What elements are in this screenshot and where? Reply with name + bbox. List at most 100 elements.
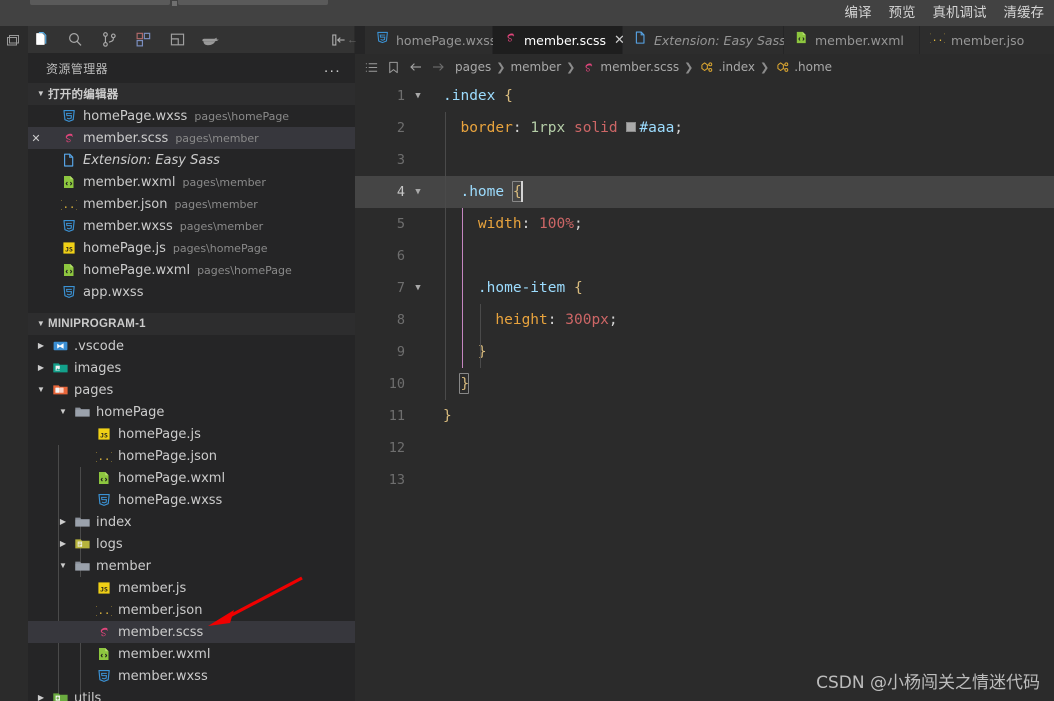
svg-text:JS: JS: [100, 585, 108, 593]
open-editor-path: pages\member: [174, 197, 258, 211]
code-editor[interactable]: 1 ▼ .index {2 border: 1rpx solid #aaa; 3 4 ▼ …: [355, 80, 1054, 701]
open-editor-item[interactable]: member.wxml pages\member: [28, 171, 355, 193]
code-line[interactable]: 9 }: [355, 336, 1054, 368]
chevron-right-icon[interactable]: [34, 357, 48, 379]
code-line[interactable]: 5 width: 100%;: [355, 208, 1054, 240]
scss-icon: [95, 624, 113, 640]
chevron-right-icon[interactable]: [56, 533, 70, 555]
breadcrumb-item[interactable]: .index: [698, 59, 755, 76]
open-editor-item[interactable]: app.wxss: [28, 281, 355, 303]
breadcrumb-item[interactable]: member.scss: [580, 59, 679, 76]
tree-file-row[interactable]: member.wxml: [28, 643, 355, 665]
chevron-down-icon[interactable]: [56, 555, 70, 577]
code-line[interactable]: 7 ▼ .home-item {: [355, 272, 1054, 304]
chevron-down-icon[interactable]: [34, 379, 48, 401]
explorer-icon[interactable]: [30, 29, 52, 51]
breadcrumb-item[interactable]: .home: [774, 59, 832, 76]
fold-chevron-icon[interactable]: ▼: [411, 272, 425, 304]
bookmark-icon[interactable]: [385, 59, 402, 76]
chevron-right-icon[interactable]: [56, 511, 70, 533]
open-editor-path: pages\homePage: [194, 109, 290, 123]
extensions-icon[interactable]: [132, 29, 154, 51]
code-line[interactable]: 6: [355, 240, 1054, 272]
open-editor-name: homePage.wxss: [83, 108, 188, 124]
open-editor-path: pages\homePage: [197, 263, 292, 277]
project-header[interactable]: MINIPROGRAM-1: [28, 313, 355, 335]
editor-tab[interactable]: Extension: Easy Sass: [623, 26, 786, 54]
chrome-tab-partial-2[interactable]: [178, 0, 328, 5]
docker-icon[interactable]: [200, 29, 222, 51]
tree-file-row[interactable]: JS member.js: [28, 577, 355, 599]
line-number: 8: [396, 312, 405, 328]
menu-item-compile[interactable]: 编译: [845, 0, 872, 26]
code-line[interactable]: 8 height: 300px;: [355, 304, 1054, 336]
editor-tab[interactable]: homePage.wxss: [365, 26, 497, 54]
wxss-icon: [60, 218, 78, 234]
tree-folder-row[interactable]: member: [28, 555, 355, 577]
arrow-left-icon[interactable]: [407, 59, 424, 76]
source-control-icon[interactable]: [98, 29, 120, 51]
menu-item-debug[interactable]: 真机调试: [933, 0, 987, 26]
tree-folder-row[interactable]: utils: [28, 687, 355, 701]
js-icon: JS: [60, 240, 78, 256]
sidebar-more-actions-icon[interactable]: ...: [324, 60, 341, 75]
open-editor-item[interactable]: member.wxss pages\member: [28, 215, 355, 237]
tree-file-row[interactable]: homePage.wxml: [28, 467, 355, 489]
tree-file-row[interactable]: member.wxss: [28, 665, 355, 687]
chevron-down-icon[interactable]: [56, 401, 70, 423]
tree-folder-row[interactable]: logs: [28, 533, 355, 555]
code-line[interactable]: 12: [355, 432, 1054, 464]
open-editor-item[interactable]: homePage.wxss pages\homePage: [28, 105, 355, 127]
editor-tab[interactable]: member.scss ✕: [493, 26, 625, 54]
open-editor-item[interactable]: ✕ member.scss pages\member: [28, 127, 355, 149]
code-line[interactable]: 13: [355, 464, 1054, 496]
chevron-right-icon[interactable]: [34, 335, 48, 357]
close-icon[interactable]: ✕: [28, 132, 44, 145]
open-editor-item[interactable]: Extension: Easy Sass: [28, 149, 355, 171]
symbol-ruler-icon: [774, 59, 791, 76]
fold-chevron-icon[interactable]: ▼: [411, 176, 425, 208]
fold-chevron-icon[interactable]: ▼: [411, 80, 425, 112]
code-line[interactable]: 4 ▼ .home {: [355, 176, 1054, 208]
editor-layout-icon[interactable]: [0, 26, 28, 53]
tree-folder-row[interactable]: images: [28, 357, 355, 379]
arrow-right-icon[interactable]: [429, 59, 446, 76]
chevron-right-icon[interactable]: [34, 687, 48, 701]
tree-file-row[interactable]: member.scss: [28, 621, 355, 643]
code-line[interactable]: 3: [355, 144, 1054, 176]
menu-item-preview[interactable]: 预览: [889, 0, 916, 26]
file-icon: [633, 30, 648, 50]
editor-tab[interactable]: {..} member.jso: [920, 26, 1054, 54]
list-icon[interactable]: [363, 59, 380, 76]
tree-file-row[interactable]: homePage.wxss: [28, 489, 355, 511]
search-icon[interactable]: [64, 29, 86, 51]
open-editor-item[interactable]: JS homePage.js pages\homePage: [28, 237, 355, 259]
breadcrumb-label: pages: [455, 60, 492, 74]
editor-tab[interactable]: member.wxml: [784, 26, 920, 54]
window-chrome-strip: 编译 预览 真机调试 清缓存: [0, 0, 1054, 26]
tab-scroll-left-icon[interactable]: ←: [347, 34, 358, 46]
tree-file-row[interactable]: {..} member.json: [28, 599, 355, 621]
menu-item-clearcache[interactable]: 清缓存: [1004, 0, 1045, 26]
layout-panel-icon[interactable]: [166, 29, 188, 51]
open-editors-header[interactable]: 打开的编辑器: [28, 83, 355, 105]
tree-folder-row[interactable]: homePage: [28, 401, 355, 423]
breadcrumb-separator: ❯: [566, 61, 576, 74]
tree-file-row[interactable]: {..} homePage.json: [28, 445, 355, 467]
color-swatch[interactable]: [626, 122, 637, 132]
code-line[interactable]: 2 border: 1rpx solid #aaa;: [355, 112, 1054, 144]
open-editor-item[interactable]: {..} member.json pages\member: [28, 193, 355, 215]
tree-file-row[interactable]: JS homePage.js: [28, 423, 355, 445]
breadcrumb-label: .index: [718, 60, 756, 74]
tree-folder-row[interactable]: index: [28, 511, 355, 533]
breadcrumb-item[interactable]: pages: [455, 60, 491, 74]
tree-folder-row[interactable]: pages: [28, 379, 355, 401]
breadcrumb-item[interactable]: member: [510, 60, 561, 74]
code-line[interactable]: 11}: [355, 400, 1054, 432]
editor-tab-label: homePage.wxss: [396, 32, 497, 48]
code-line[interactable]: 1 ▼ .index {: [355, 80, 1054, 112]
open-editor-item[interactable]: homePage.wxml pages\homePage: [28, 259, 355, 281]
chrome-tab-partial-1[interactable]: [30, 0, 170, 5]
tree-folder-row[interactable]: .vscode: [28, 335, 355, 357]
svg-text:{..}: {..}: [96, 605, 112, 617]
